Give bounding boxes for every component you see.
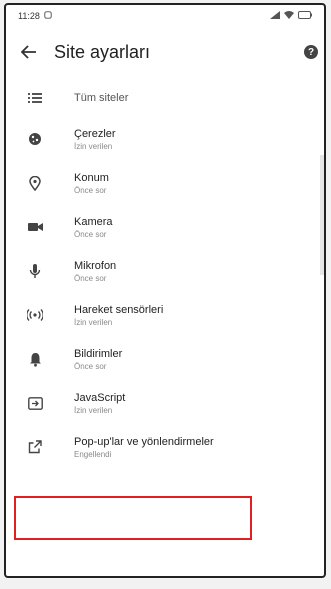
item-status: Önce sor: [74, 273, 107, 283]
list-item-popups[interactable]: Pop-up'lar ve yönlendirmeler Engellendi: [6, 425, 324, 469]
item-status: İzin verilen: [74, 141, 113, 151]
list-item-microphone[interactable]: Mikrofon Önce sor: [6, 249, 324, 293]
notification-icon: [44, 11, 52, 21]
item-status: Önce sor: [74, 361, 107, 371]
code-box-icon: [26, 394, 44, 412]
phone-screen: 11:28 Site ayarları ? Tüm siteler Çerezl…: [4, 3, 326, 578]
item-label: Mikrofon: [74, 259, 117, 272]
help-icon[interactable]: ?: [304, 45, 318, 59]
list-item-notifications[interactable]: Bildirimler Önce sor: [6, 337, 324, 381]
open-in-new-icon: [26, 438, 44, 456]
status-bar: 11:28: [6, 5, 324, 27]
settings-list: Tüm siteler Çerezler İzin verilen Konum …: [6, 79, 324, 469]
item-status: Önce sor: [74, 185, 107, 195]
list-item-javascript[interactable]: JavaScript İzin verilen: [6, 381, 324, 425]
item-label: Hareket sensörleri: [74, 303, 164, 316]
back-arrow-icon[interactable]: [18, 41, 40, 63]
page-title: Site ayarları: [54, 41, 151, 62]
app-bar: Site ayarları ?: [6, 27, 324, 77]
list-icon: [26, 89, 44, 107]
clock: 11:28: [18, 11, 40, 21]
item-label: Pop-up'lar ve yönlendirmeler: [74, 435, 214, 448]
item-label: Tüm siteler: [74, 92, 129, 104]
list-item-cookies[interactable]: Çerezler İzin verilen: [6, 117, 324, 161]
list-item-camera[interactable]: Kamera Önce sor: [6, 205, 324, 249]
item-status: Engellendi: [74, 449, 112, 459]
list-item-location[interactable]: Konum Önce sor: [6, 161, 324, 205]
item-label: Bildirimler: [74, 347, 123, 360]
item-label: Kamera: [74, 215, 113, 228]
list-item-motion-sensors[interactable]: Hareket sensörleri İzin verilen: [6, 293, 324, 337]
signal-icon: [270, 11, 280, 21]
sensors-icon: [26, 306, 44, 324]
item-label: Çerezler: [74, 127, 116, 140]
location-pin-icon: [26, 174, 44, 192]
item-label: JavaScript: [74, 391, 126, 404]
list-item-all-sites[interactable]: Tüm siteler: [6, 79, 324, 117]
scrollbar[interactable]: [320, 155, 324, 275]
wifi-icon: [284, 11, 294, 21]
microphone-icon: [26, 262, 44, 280]
video-camera-icon: [26, 218, 44, 236]
highlight-box: [14, 496, 252, 540]
item-status: Önce sor: [74, 229, 107, 239]
bell-icon: [26, 350, 44, 368]
item-status: İzin verilen: [74, 317, 113, 327]
cookie-icon: [26, 130, 44, 148]
item-status: İzin verilen: [74, 405, 113, 415]
battery-icon: [298, 11, 312, 21]
item-label: Konum: [74, 171, 109, 184]
